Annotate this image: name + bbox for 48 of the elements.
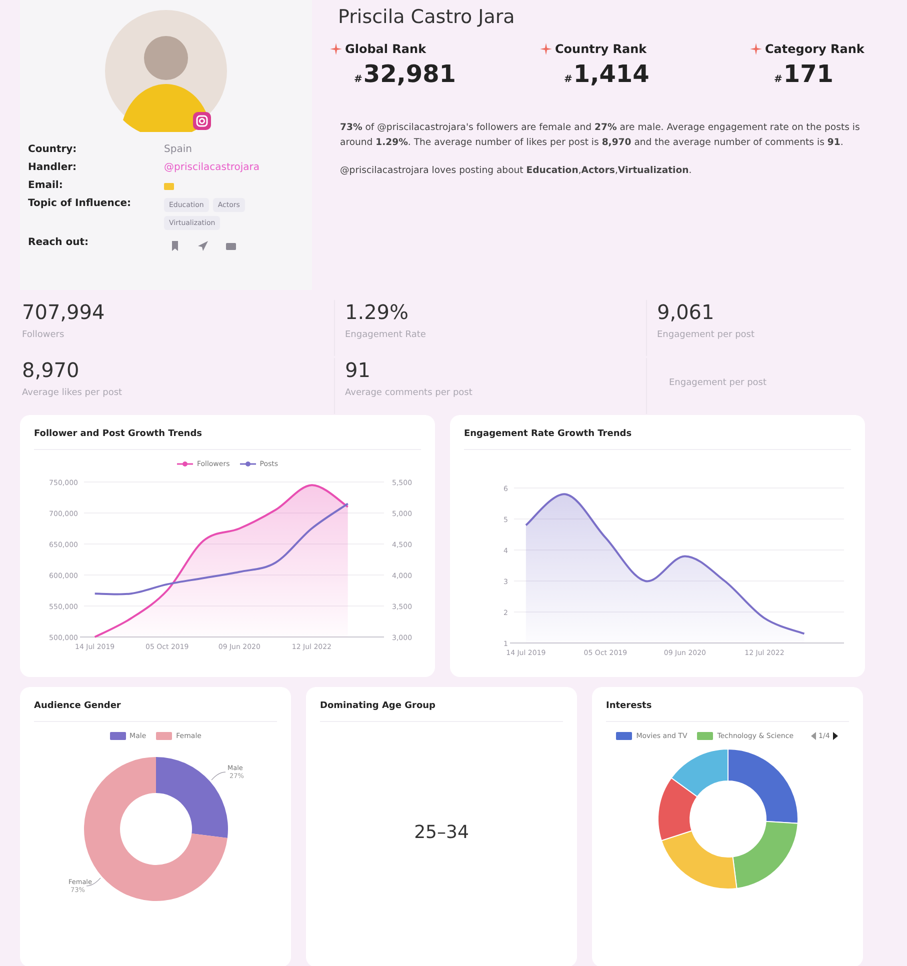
handle-link[interactable]: @priscilacastrojara <box>164 162 304 173</box>
hash-sign: # <box>564 74 572 85</box>
stat-value: 8,970 <box>22 358 80 382</box>
detail-label: Email: <box>28 180 64 191</box>
leader-line <box>210 772 226 780</box>
instagram-icon <box>193 112 211 130</box>
detail-label: Reach out: <box>28 237 90 250</box>
stat-label: Followers <box>22 330 66 340</box>
stat-value: 91 <box>345 358 372 382</box>
stat-label: Engagement per post <box>668 378 768 388</box>
rank-label: Global Rank <box>345 42 426 56</box>
card-title: Interests <box>606 701 849 722</box>
legend-marker-icon <box>240 461 256 467</box>
mail-icon[interactable] <box>226 241 236 251</box>
hash-sign: # <box>354 74 362 85</box>
rank-label: Country Rank <box>555 42 647 56</box>
stat-label: Engagement per post <box>657 330 756 340</box>
detail-label: Topic of Influence: <box>28 198 132 211</box>
profile-name: Priscila Castro Jara <box>338 6 516 28</box>
stat-label: Average likes per post <box>22 388 124 398</box>
send-icon[interactable] <box>198 241 208 251</box>
country-value: Spain <box>164 144 193 155</box>
rank-value: 1,414 <box>573 60 650 88</box>
summary-paragraph: 73% of @priscilacastrojara's followers are female and 27% are male. Average engagement rate on the posts is around 1.29%. The average number of likes per post is 8,970 and the average number of comments is 91. <box>340 121 861 150</box>
sparkle-icon <box>540 43 552 55</box>
card-title: Engagement Rate Growth Trends <box>464 429 851 450</box>
summary-paragraph: @priscilacastrojara loves posting about Education,Actors,Virtualization. <box>340 164 693 178</box>
stat-value: 707,994 <box>22 300 106 324</box>
sparkle-icon <box>750 43 762 55</box>
stat-label: Engagement Rate <box>345 330 427 340</box>
legend-marker-icon <box>176 461 193 467</box>
stat-label: Average comments per post <box>345 388 474 398</box>
previous-icon[interactable] <box>810 732 817 740</box>
card-title: Audience Gender <box>34 701 277 722</box>
sparkle-icon <box>330 43 342 55</box>
hash-sign: # <box>774 74 782 85</box>
stat-value: 1.29% <box>345 300 410 324</box>
card-title: Follower and Post Growth Trends <box>34 429 421 450</box>
rank-label: Category Rank <box>765 42 864 56</box>
bookmark-icon[interactable] <box>170 241 180 251</box>
detail-label: Handler: <box>28 162 78 173</box>
detail-label: Country: <box>28 144 78 155</box>
age-group-value: 25–34 <box>414 822 469 842</box>
rank-value: 171 <box>783 60 834 88</box>
card-title: Dominating Age Group <box>320 701 563 722</box>
next-icon[interactable] <box>832 732 839 740</box>
rank-value: 32,981 <box>363 60 456 88</box>
stat-value: 9,061 <box>657 300 716 324</box>
